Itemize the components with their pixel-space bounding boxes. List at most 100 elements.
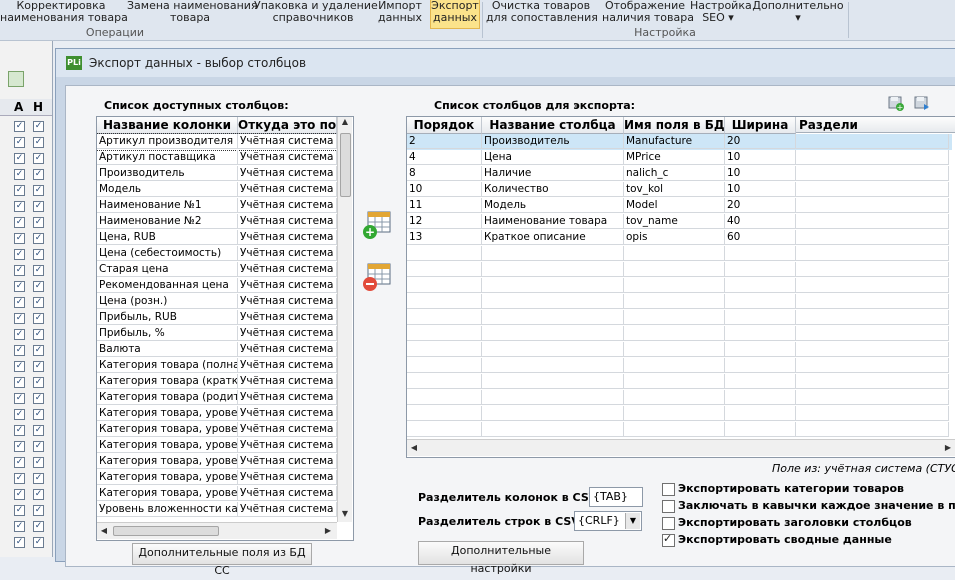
- option-label[interactable]: Экспортировать категории товаров: [678, 482, 904, 495]
- column-header-db-field[interactable]: Имя поля в БД: [624, 117, 725, 134]
- table-row[interactable]: [407, 262, 952, 278]
- ribbon-button-export[interactable]: Экспорт данных: [430, 0, 480, 29]
- table-row[interactable]: [407, 406, 952, 422]
- scrollbar-thumb[interactable]: [340, 133, 351, 197]
- table-row[interactable]: Цена (себестоимость) Учётная система: [97, 246, 337, 262]
- background-row-checkbox[interactable]: ✓: [14, 265, 25, 276]
- background-row-checkbox[interactable]: ✓: [14, 425, 25, 436]
- table-row[interactable]: Цена, RUB Учётная система: [97, 230, 337, 246]
- background-row-checkbox[interactable]: ✓: [33, 217, 44, 228]
- option-label[interactable]: Заключать в кавычки каждое значение в по…: [678, 499, 955, 512]
- table-row[interactable]: Цена (розн.) Учётная система: [97, 294, 337, 310]
- table-row[interactable]: Категория товара, уровень Учётная система: [97, 422, 337, 438]
- table-row[interactable]: 11 Модель Model 20: [407, 198, 952, 214]
- column-header-name[interactable]: Название колонки: [97, 117, 238, 134]
- table-row[interactable]: Категория товара (родите Учётная система: [97, 390, 337, 406]
- column-header-column-name[interactable]: Название столбца: [482, 117, 624, 134]
- table-row[interactable]: Категория товара (кратка Учётная система: [97, 374, 337, 390]
- background-row-checkbox[interactable]: ✓: [14, 361, 25, 372]
- ribbon-button-show-availability[interactable]: Отображение наличия товара: [602, 0, 694, 28]
- table-row[interactable]: 2 Производитель Manufacture 20: [407, 134, 952, 150]
- table-row[interactable]: Категория товара, уровень Учётная система: [97, 406, 337, 422]
- background-row-checkbox[interactable]: ✓: [33, 505, 44, 516]
- table-row[interactable]: [407, 390, 952, 406]
- table-row[interactable]: Артикул поставщика Учётная система: [97, 150, 337, 166]
- ribbon-button-replace-names[interactable]: Замена наименования товара: [127, 0, 258, 28]
- background-row-checkbox[interactable]: ✓: [14, 489, 25, 500]
- background-row-checkbox[interactable]: ✓: [14, 281, 25, 292]
- background-row-checkbox[interactable]: ✓: [14, 313, 25, 324]
- background-row-checkbox[interactable]: ✓: [14, 441, 25, 452]
- background-row-checkbox[interactable]: ✓: [33, 265, 44, 276]
- background-row-checkbox[interactable]: ✓: [33, 489, 44, 500]
- background-row-checkbox[interactable]: ✓: [33, 121, 44, 132]
- background-row-checkbox[interactable]: ✓: [14, 201, 25, 212]
- scroll-right-arrow-icon[interactable]: ▶: [323, 526, 333, 535]
- background-row-checkbox[interactable]: ✓: [33, 361, 44, 372]
- chevron-down-icon[interactable]: ▼: [625, 513, 640, 529]
- background-row-checkbox[interactable]: ✓: [33, 393, 44, 404]
- table-row[interactable]: Прибыль, % Учётная система: [97, 326, 337, 342]
- table-row[interactable]: Категория товара, уровень Учётная система: [97, 486, 337, 502]
- background-row-checkbox[interactable]: ✓: [14, 329, 25, 340]
- extra-settings-button[interactable]: Дополнительные настройки: [418, 541, 584, 575]
- table-row[interactable]: Категория товара, уровень Учётная система: [97, 454, 337, 470]
- column-separator-input[interactable]: {TAB}: [589, 487, 643, 507]
- save-settings-icon[interactable]: +: [888, 95, 904, 112]
- ribbon-button-pack-delete[interactable]: Упаковка и удаление справочников: [254, 0, 378, 28]
- background-row-checkbox[interactable]: ✓: [33, 441, 44, 452]
- right-grid-horizontal-scrollbar[interactable]: ◀ ▶: [407, 439, 955, 456]
- background-row-checkbox[interactable]: ✓: [14, 473, 25, 484]
- background-row-checkbox[interactable]: ✓: [33, 425, 44, 436]
- background-row-checkbox[interactable]: ✓: [33, 249, 44, 260]
- export-columns-grid[interactable]: Порядок Название столбца Имя поля в БД Ш…: [406, 116, 955, 458]
- ribbon-button-correct-names[interactable]: Корректировка наименования товара: [0, 0, 128, 28]
- table-row[interactable]: [407, 310, 952, 326]
- table-row[interactable]: Старая цена Учётная система: [97, 262, 337, 278]
- background-row-checkbox[interactable]: ✓: [33, 329, 44, 340]
- table-row[interactable]: 8 Наличие nalich_c 10: [407, 166, 952, 182]
- column-header-separator[interactable]: Раздели: [796, 117, 955, 133]
- table-row[interactable]: [407, 358, 952, 374]
- background-row-checkbox[interactable]: ✓: [33, 537, 44, 548]
- background-row-checkbox[interactable]: ✓: [33, 521, 44, 532]
- scroll-left-arrow-icon[interactable]: ◀: [409, 443, 419, 452]
- background-row-checkbox[interactable]: ✓: [33, 457, 44, 468]
- background-row-checkbox[interactable]: ✓: [33, 377, 44, 388]
- table-row[interactable]: [407, 342, 952, 358]
- available-columns-grid[interactable]: Название колонки Откуда это пол Артикул …: [96, 116, 354, 541]
- scroll-left-arrow-icon[interactable]: ◀: [99, 526, 109, 535]
- background-row-checkbox[interactable]: ✓: [14, 121, 25, 132]
- background-row-checkbox[interactable]: ✓: [33, 297, 44, 308]
- table-row[interactable]: Наименование №2 Учётная система: [97, 214, 337, 230]
- background-row-checkbox[interactable]: ✓: [14, 505, 25, 516]
- table-row[interactable]: Категория товара, уровень Учётная система: [97, 470, 337, 486]
- table-row[interactable]: Категория товара (полная) Учётная система: [97, 358, 337, 374]
- extra-fields-button[interactable]: Дополнительные поля из БД СС: [132, 543, 312, 577]
- column-header-source[interactable]: Откуда это пол: [238, 117, 337, 134]
- background-row-checkbox[interactable]: ✓: [14, 393, 25, 404]
- table-row[interactable]: [407, 422, 952, 438]
- option-label[interactable]: Экспортировать заголовки столбцов: [678, 516, 912, 529]
- background-row-checkbox[interactable]: ✓: [33, 345, 44, 356]
- background-row-checkbox[interactable]: ✓: [33, 201, 44, 212]
- column-header-width[interactable]: Ширина: [725, 117, 796, 134]
- table-row[interactable]: Категория товара, уровень Учётная система: [97, 438, 337, 454]
- scroll-down-arrow-icon[interactable]: ▼: [338, 509, 352, 518]
- table-row[interactable]: Валюта Учётная система: [97, 342, 337, 358]
- ribbon-button-import[interactable]: Импорт данных: [374, 0, 426, 28]
- column-header-order[interactable]: Порядок: [407, 117, 482, 134]
- background-row-checkbox[interactable]: ✓: [14, 537, 25, 548]
- load-settings-icon[interactable]: [914, 95, 930, 111]
- background-row-checkbox[interactable]: ✓: [14, 409, 25, 420]
- background-row-checkbox[interactable]: ✓: [14, 249, 25, 260]
- export-grid-icon[interactable]: [8, 71, 24, 87]
- background-row-checkbox[interactable]: ✓: [33, 185, 44, 196]
- table-row[interactable]: Модель Учётная система: [97, 182, 337, 198]
- option-checkbox[interactable]: [662, 500, 675, 513]
- ribbon-button-seo[interactable]: Настройка SEO ▾: [690, 0, 752, 28]
- background-row-checkbox[interactable]: ✓: [14, 137, 25, 148]
- table-row[interactable]: 12 Наименование товара tov_name 40: [407, 214, 952, 230]
- table-row[interactable]: [407, 326, 952, 342]
- table-row[interactable]: 10 Количество tov_kol 10: [407, 182, 952, 198]
